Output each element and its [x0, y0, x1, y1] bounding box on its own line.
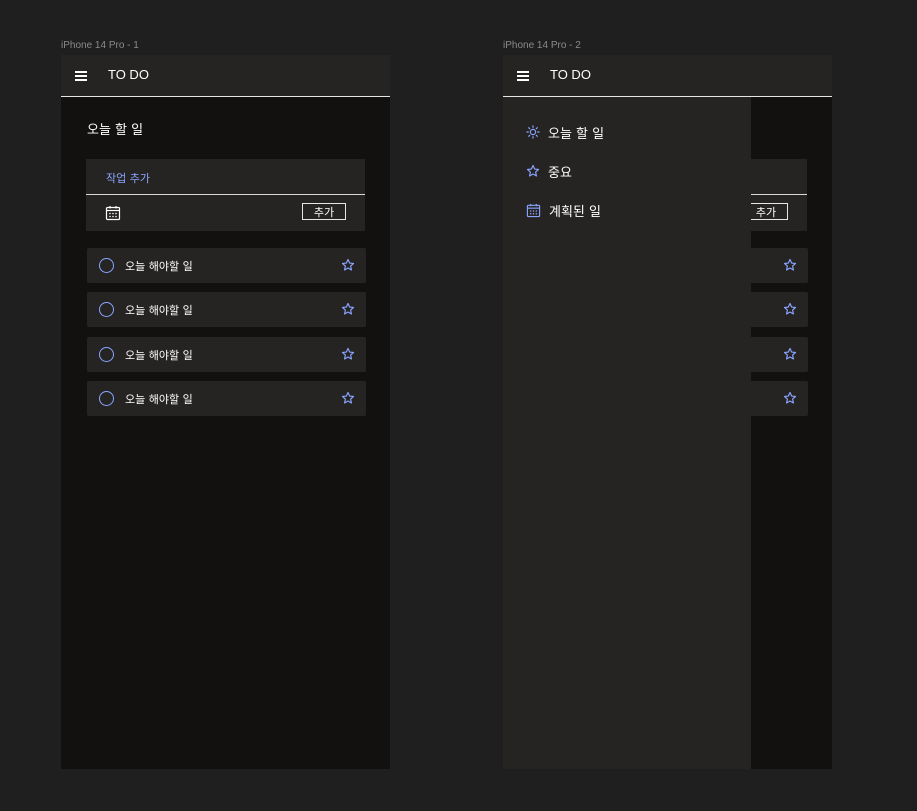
drawer-item-planned[interactable]: 계획된 일 [526, 201, 601, 220]
add-button[interactable]: 추가 [302, 203, 346, 220]
drawer-item-label: 중요 [548, 165, 572, 181]
star-icon[interactable] [341, 258, 355, 272]
frame-label: iPhone 14 Pro - 1 [61, 40, 139, 51]
task-item[interactable]: 오늘 해야할 일 [87, 292, 366, 327]
task-label: 오늘 해야할 일 [125, 304, 193, 317]
navigation-drawer: 오늘 할 일 중요 계획된 일 [503, 97, 751, 769]
menu-icon[interactable] [75, 71, 87, 81]
checkbox-circle-icon[interactable] [99, 258, 114, 273]
add-task-input[interactable]: 작업 추가 [106, 170, 150, 186]
task-label: 오늘 해야할 일 [125, 393, 193, 406]
app-title: TO DO [108, 67, 149, 82]
star-icon [783, 391, 797, 404]
app-bar: TO DO [503, 55, 832, 97]
add-task-input-row[interactable]: 작업 추가 [86, 159, 365, 195]
task-label: 오늘 해야할 일 [125, 260, 193, 273]
task-label: 오늘 해야할 일 [125, 349, 193, 362]
add-task-card: 작업 추가 추가 [86, 159, 365, 231]
star-icon [783, 258, 797, 271]
menu-icon[interactable] [517, 71, 529, 81]
drawer-item-label: 계획된 일 [549, 204, 601, 220]
star-icon[interactable] [341, 347, 355, 361]
star-icon [783, 347, 797, 360]
calendar-icon[interactable] [105, 205, 121, 221]
task-item[interactable]: 오늘 해야할 일 [87, 337, 366, 372]
checkbox-circle-icon[interactable] [99, 391, 114, 406]
drawer-item-important[interactable]: 중요 [526, 162, 572, 181]
star-icon [783, 302, 797, 315]
drawer-item-label: 오늘 할 일 [548, 126, 605, 142]
drawer-item-today[interactable]: 오늘 할 일 [526, 123, 605, 142]
sun-icon [526, 125, 540, 139]
phone-frame-2: TO DO 추가 오늘 할 일 중요 계획된 일 [503, 55, 832, 769]
star-icon [526, 164, 540, 177]
task-item[interactable]: 오늘 해야할 일 [87, 381, 366, 416]
checkbox-circle-icon[interactable] [99, 347, 114, 362]
star-icon[interactable] [341, 391, 355, 405]
app-title: TO DO [550, 67, 591, 82]
task-item[interactable]: 오늘 해야할 일 [87, 248, 366, 283]
checkbox-circle-icon[interactable] [99, 302, 114, 317]
calendar-icon [526, 203, 541, 217]
app-bar: TO DO [61, 55, 390, 97]
frame-label: iPhone 14 Pro - 2 [503, 40, 581, 51]
star-icon[interactable] [341, 302, 355, 316]
page-title: 오늘 할 일 [87, 123, 144, 138]
phone-frame-1: TO DO 오늘 할 일 작업 추가 추가 오늘 해야할 일 오늘 해야할 일 … [61, 55, 390, 769]
